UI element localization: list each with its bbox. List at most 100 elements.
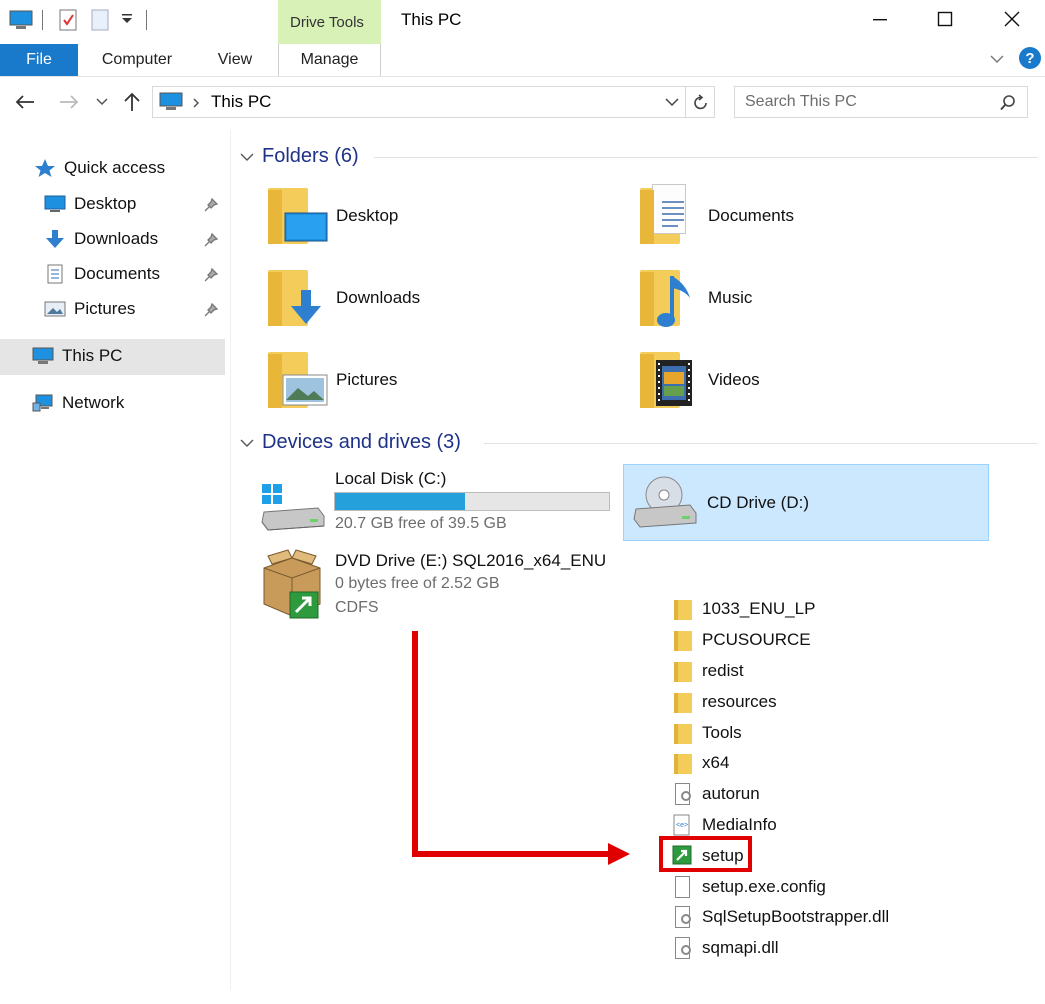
nav-item-this-pc[interactable]: This PC <box>32 346 122 366</box>
pictures-icon <box>44 301 66 317</box>
folder-downloads[interactable]: Downloads <box>268 262 598 334</box>
dll-file-icon <box>675 906 691 928</box>
nav-item-label: This PC <box>62 346 123 365</box>
close-button[interactable] <box>992 4 1032 34</box>
local-disk-name: Local Disk (C:) <box>335 469 447 488</box>
minimize-icon <box>873 19 887 21</box>
nav-quick-access[interactable]: Quick access <box>34 158 165 178</box>
folder-music[interactable]: Music <box>640 262 970 334</box>
maximize-button[interactable] <box>925 4 965 34</box>
dvd-drive-free-space: 0 bytes free of 2.52 GB <box>335 575 500 592</box>
help-button[interactable]: ? <box>1019 47 1041 69</box>
up-icon[interactable] <box>122 91 142 113</box>
setup-highlight-box <box>659 836 752 872</box>
list-item-folder[interactable]: PCUSOURCE <box>672 627 811 653</box>
folders-section-header[interactable]: Folders (6) <box>240 145 359 168</box>
downloads-icon <box>291 290 321 324</box>
capacity-fill <box>335 493 466 510</box>
minimize-button[interactable] <box>860 4 900 34</box>
list-item-folder[interactable]: redist <box>672 658 744 684</box>
file-name: PCUSOURCE <box>702 630 811 649</box>
search-icon[interactable] <box>999 94 1017 112</box>
folder-icon <box>674 693 692 713</box>
recent-locations-icon[interactable] <box>96 97 108 107</box>
pin-icon[interactable] <box>204 233 218 247</box>
list-item-file[interactable]: autorun <box>672 781 760 807</box>
forward-icon[interactable] <box>58 93 80 111</box>
nav-item-network[interactable]: Network <box>32 393 124 413</box>
nav-item-desktop[interactable]: Desktop <box>44 194 136 214</box>
breadcrumb-this-pc[interactable]: This PC <box>211 92 271 112</box>
documents-icon <box>662 201 684 227</box>
folder-label: Pictures <box>336 370 398 389</box>
dvd-drive-name: DVD Drive (E:) SQL2016_x64_ENU <box>335 551 607 570</box>
list-item-folder[interactable]: resources <box>672 689 777 715</box>
list-item-file[interactable]: <e> MediaInfo <box>672 812 777 838</box>
folder-label: Downloads <box>336 288 421 307</box>
search-input[interactable] <box>745 91 985 113</box>
cd-drive-icon <box>633 476 697 528</box>
file-name: redist <box>702 661 744 680</box>
address-dropdown-icon[interactable] <box>665 97 679 107</box>
nav-item-label: Documents <box>74 264 160 283</box>
list-item-file[interactable]: sqmapi.dll <box>672 935 779 961</box>
dvd-drive-filesystem: CDFS <box>335 599 379 616</box>
svg-text:<e>: <e> <box>676 822 688 829</box>
file-tab[interactable]: File <box>0 44 78 76</box>
nav-item-pictures[interactable]: Pictures <box>44 299 135 319</box>
folder-icon <box>674 631 692 651</box>
pin-icon[interactable] <box>204 198 218 212</box>
nav-item-downloads[interactable]: Downloads <box>44 229 158 249</box>
file-name: MediaInfo <box>702 815 777 834</box>
close-icon <box>1004 11 1020 27</box>
folder-documents[interactable]: Documents <box>640 180 970 252</box>
folder-label: Desktop <box>336 206 399 225</box>
dll-file-icon <box>675 937 691 959</box>
search-box[interactable] <box>734 86 1028 118</box>
folder-icon <box>674 754 692 774</box>
folder-pictures[interactable]: Pictures <box>268 344 598 416</box>
list-item-file[interactable]: SqlSetupBootstrapper.dll <box>672 904 889 930</box>
list-item-folder[interactable]: Tools <box>672 720 742 746</box>
drives-section-header[interactable]: Devices and drives (3) <box>240 431 461 454</box>
back-icon[interactable] <box>14 93 36 111</box>
address-bar[interactable]: This PC <box>152 86 715 118</box>
folder-videos[interactable]: Videos <box>640 344 970 416</box>
expand-ribbon-icon[interactable] <box>990 54 1004 64</box>
new-folder-icon[interactable] <box>90 8 112 32</box>
section-rule <box>374 157 1038 158</box>
folder-icon <box>674 662 692 682</box>
pin-icon[interactable] <box>204 268 218 282</box>
list-item-folder[interactable]: x64 <box>672 750 729 776</box>
pin-icon[interactable] <box>204 303 218 317</box>
folder-desktop[interactable]: Desktop <box>268 180 598 252</box>
drive-cd-d[interactable]: CD Drive (D:) <box>623 464 989 541</box>
tab-view[interactable]: View <box>206 44 264 76</box>
properties-icon[interactable] <box>58 8 80 32</box>
annotation-arrow-shaft <box>412 631 418 857</box>
desktop-icon <box>284 212 328 242</box>
windows-drive-icon <box>261 484 325 531</box>
nav-item-documents[interactable]: Documents <box>44 264 160 284</box>
help-icon: ? <box>1025 49 1035 67</box>
refresh-icon[interactable] <box>693 94 709 112</box>
breadcrumb-chevron-icon[interactable] <box>191 97 201 109</box>
nav-item-label: Network <box>62 393 125 412</box>
downloads-icon <box>46 230 64 248</box>
drives-section-title: Devices and drives (3) <box>262 431 461 453</box>
list-item-file[interactable]: setup.exe.config <box>672 874 826 900</box>
local-disk-capacity-bar <box>334 492 610 511</box>
nav-pane-divider <box>230 130 231 990</box>
file-name: resources <box>702 692 777 711</box>
tab-computer[interactable]: Computer <box>94 44 180 76</box>
customize-toolbar-icon[interactable] <box>120 12 134 26</box>
nav-item-label: Downloads <box>74 229 159 248</box>
nav-item-label: Desktop <box>74 194 137 213</box>
nav-quick-access-label: Quick access <box>64 158 166 177</box>
this-pc-icon[interactable] <box>8 8 34 32</box>
file-name: sqmapi.dll <box>702 938 779 957</box>
list-item-folder[interactable]: 1033_ENU_LP <box>672 596 815 622</box>
tab-manage[interactable]: Manage <box>278 44 381 76</box>
file-name: Tools <box>702 723 742 742</box>
file-name: SqlSetupBootstrapper.dll <box>702 907 890 926</box>
